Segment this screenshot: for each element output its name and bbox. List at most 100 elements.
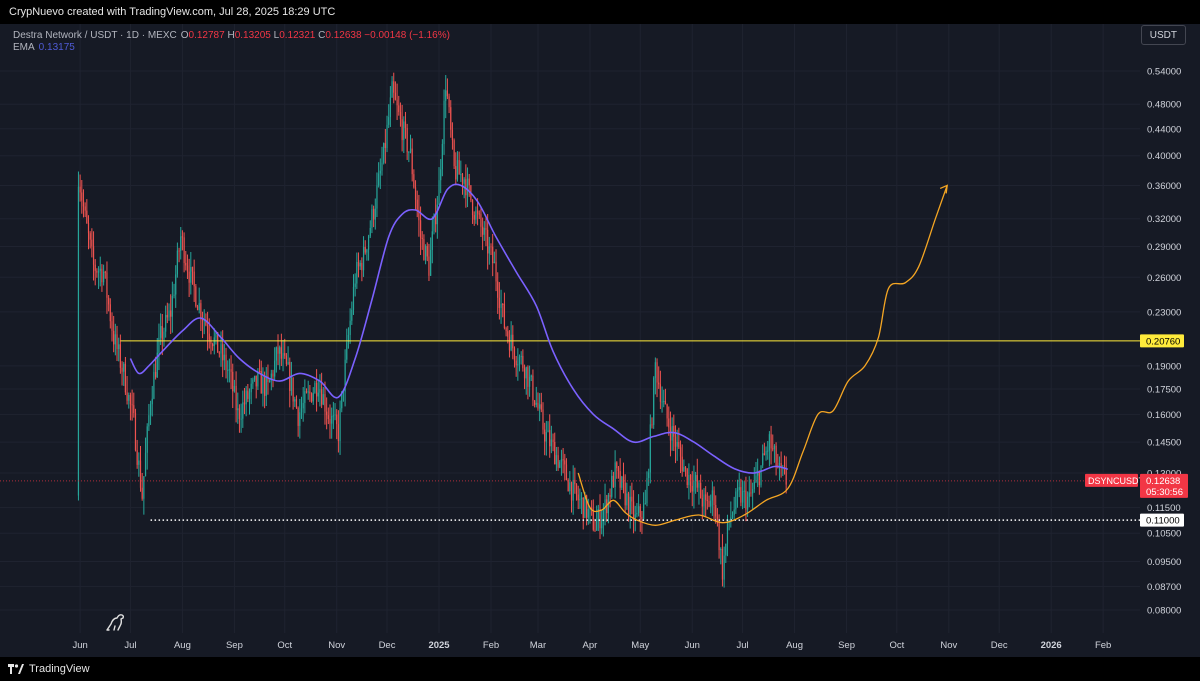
candle-body: [91, 239, 93, 247]
legend-ema-row[interactable]: EMA 0.13175: [13, 42, 450, 54]
candle-body: [559, 461, 561, 468]
candle-body: [758, 472, 760, 486]
candle-body: [490, 246, 492, 248]
candle-body: [626, 493, 628, 506]
candle-body: [196, 306, 199, 311]
candle-body: [227, 369, 229, 371]
candle-body: [644, 503, 646, 505]
candle-body: [450, 107, 452, 130]
tradingview-dino-icon: [106, 614, 125, 631]
ticker-label: DSYNCUSDT: [1088, 476, 1145, 486]
countdown-label: 05:30:56: [1146, 487, 1183, 498]
x-tick-label: Aug: [174, 640, 191, 651]
currency-button[interactable]: USDT: [1140, 25, 1186, 45]
candle-body: [741, 490, 744, 503]
candle-body: [564, 460, 566, 465]
candle-body: [166, 314, 168, 318]
candle-body: [473, 215, 475, 220]
candle-body: [705, 494, 707, 500]
candle-body: [740, 487, 742, 503]
candle-body: [101, 268, 103, 283]
y-tick-label: 0.48000: [1147, 100, 1181, 111]
candle-body: [144, 452, 147, 477]
candle-body: [695, 475, 697, 482]
candle-body: [611, 475, 613, 497]
candle-body: [768, 434, 770, 451]
candle-body: [222, 344, 224, 361]
candle-body: [136, 450, 138, 465]
candle-body: [109, 304, 111, 322]
candle-body: [688, 474, 690, 485]
candle-body: [170, 310, 172, 317]
candle-body: [530, 375, 532, 377]
candle-body: [245, 390, 247, 405]
candle-body: [346, 342, 348, 360]
candle-body: [579, 499, 581, 501]
candle-body: [314, 382, 316, 393]
candle-body: [416, 199, 418, 210]
candle-body: [324, 394, 326, 412]
y-tick-label: 0.44000: [1147, 124, 1181, 135]
price-chart[interactable]: 0.54000 0.48000 0.44000 0.40000 0.36000 0.320…: [0, 24, 1200, 657]
candle-body: [498, 297, 500, 308]
candle-body: [143, 476, 145, 499]
chart-pane[interactable]: 0.54000 0.48000 0.44000 0.40000 0.36000 0.320…: [0, 24, 1200, 657]
candle-body: [554, 441, 556, 465]
y-tick-label: 0.16000: [1147, 410, 1181, 421]
candle-body: [237, 408, 239, 411]
candle-body: [517, 364, 519, 366]
high-label: H: [227, 30, 235, 41]
candle-body: [523, 368, 526, 379]
candle-body: [542, 409, 544, 430]
candle-body: [446, 90, 449, 97]
candle-body: [443, 100, 445, 145]
candle-body: [121, 367, 123, 372]
candle-body: [629, 496, 631, 515]
candle-body: [713, 490, 715, 506]
candle-body: [171, 296, 173, 317]
candle-body: [570, 482, 573, 501]
candle-body: [376, 185, 378, 209]
candle-body: [478, 213, 480, 215]
candle-body: [378, 173, 380, 186]
candle-body: [351, 309, 353, 321]
candle-body: [668, 418, 670, 428]
candle-body: [733, 509, 735, 515]
candle-body: [96, 270, 98, 273]
candle-body: [658, 382, 660, 385]
candle-body: [230, 369, 232, 372]
candle-body: [252, 379, 254, 384]
candle-body: [379, 170, 381, 174]
candle-body: [317, 392, 319, 397]
candle-body: [310, 393, 313, 402]
candle-body: [240, 418, 242, 420]
candle-body: [133, 405, 135, 413]
candle-body: [393, 81, 395, 93]
candle-body: [735, 491, 737, 510]
candle-body: [539, 404, 541, 409]
candle-body: [79, 186, 81, 193]
candle-body: [485, 227, 487, 230]
x-tick-label: Sep: [226, 640, 243, 651]
candle-body: [243, 402, 246, 405]
level-label: 0.11000: [1146, 516, 1180, 527]
x-tick-label: Nov: [940, 640, 957, 651]
symbol-name[interactable]: Destra Network / USDT · 1D · MEXC: [13, 30, 177, 42]
candle-body: [406, 127, 408, 153]
candle-body: [158, 337, 160, 353]
candle-body: [279, 347, 281, 354]
candle-body: [399, 111, 402, 120]
candle-body: [81, 192, 83, 201]
candle-body: [149, 404, 152, 416]
candle-body: [404, 121, 407, 128]
candle-body: [475, 210, 477, 220]
candle-body: [500, 303, 502, 308]
open-value: 0.12787: [188, 30, 225, 41]
x-tick-label: Mar: [530, 640, 546, 651]
candle-body: [669, 427, 672, 441]
x-tick-label: Jun: [72, 640, 87, 651]
current-price-label: 0.12638: [1146, 476, 1180, 487]
candle-body: [398, 105, 400, 112]
candle-body: [718, 521, 720, 551]
candle-body: [495, 261, 497, 282]
